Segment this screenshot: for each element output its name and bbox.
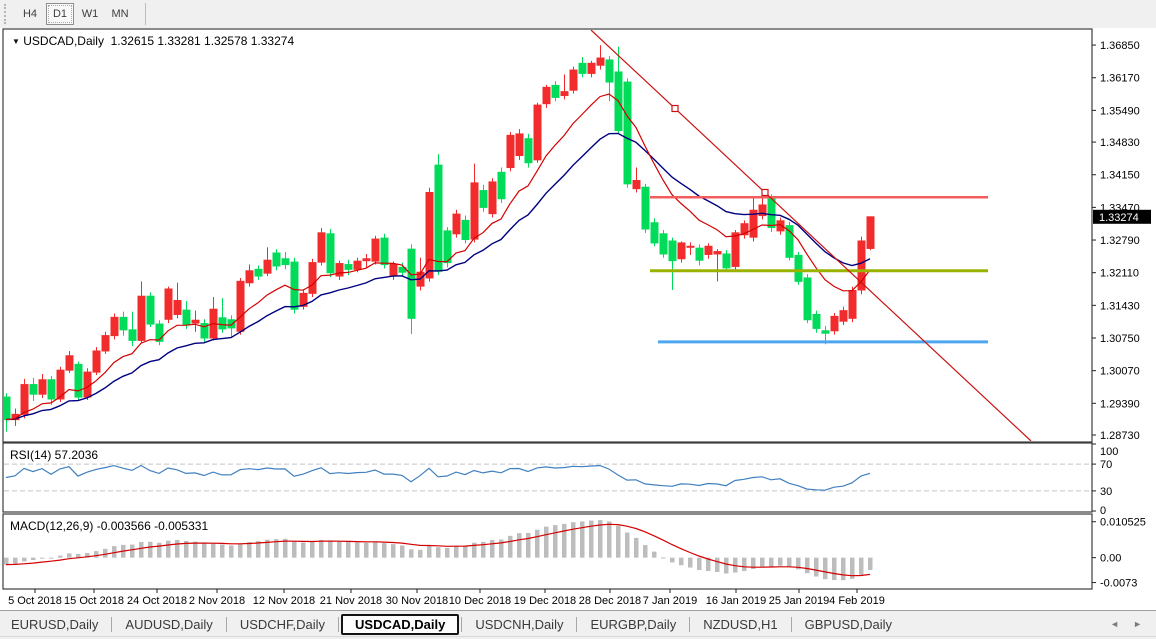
svg-text:1.32790: 1.32790 bbox=[1100, 235, 1140, 247]
svg-text:0.00: 0.00 bbox=[1100, 553, 1121, 565]
timeframe-button-h4[interactable]: H4 bbox=[16, 3, 44, 25]
svg-text:10 Dec 2018: 10 Dec 2018 bbox=[449, 595, 511, 607]
toolbar-grip-icon[interactable] bbox=[4, 4, 9, 24]
svg-text:21 Nov 2018: 21 Nov 2018 bbox=[320, 595, 382, 607]
svg-text:0: 0 bbox=[1100, 505, 1106, 517]
svg-text:4 Feb 2019: 4 Feb 2019 bbox=[829, 595, 885, 607]
tab-separator bbox=[461, 617, 462, 632]
svg-text:2 Nov 2018: 2 Nov 2018 bbox=[189, 595, 245, 607]
timeframe-button-mn[interactable]: MN bbox=[106, 3, 134, 25]
price-axis: 1.368501.361701.354901.348301.341501.334… bbox=[1092, 40, 1140, 442]
symbol-tab-bar: EURUSD,Daily AUDUSD,Daily USDCHF,Daily USDC… bbox=[0, 610, 1156, 637]
svg-text:100: 100 bbox=[1100, 446, 1118, 458]
date-axis: 5 Oct 201815 Oct 201824 Oct 20182 Nov 20… bbox=[8, 589, 885, 607]
svg-text:70: 70 bbox=[1100, 459, 1112, 471]
tab-usdchf-daily[interactable]: USDCHF,Daily bbox=[229, 615, 336, 634]
svg-text:1.34830: 1.34830 bbox=[1100, 137, 1140, 149]
svg-text:12 Nov 2018: 12 Nov 2018 bbox=[253, 595, 315, 607]
timeframe-button-d1[interactable]: D1 bbox=[46, 3, 74, 25]
tab-nzdusd-h1[interactable]: NZDUSD,H1 bbox=[692, 615, 788, 634]
svg-text:7 Jan 2019: 7 Jan 2019 bbox=[643, 595, 697, 607]
rsi-label: RSI(14) 57.2036 bbox=[10, 448, 98, 462]
tab-separator bbox=[111, 617, 112, 632]
tab-separator bbox=[226, 617, 227, 632]
trendline-handle[interactable] bbox=[672, 106, 678, 112]
tab-usdcnh-daily[interactable]: USDCNH,Daily bbox=[464, 615, 574, 634]
tab-scroll-right-icon[interactable]: ► bbox=[1133, 619, 1142, 629]
tab-scroll-left-icon[interactable]: ◄ bbox=[1110, 619, 1119, 629]
chart-symbol-label: ▼ USDCAD,Daily 1.32615 1.33281 1.32578 1… bbox=[12, 34, 294, 48]
svg-text:25 Jan 2019: 25 Jan 2019 bbox=[769, 595, 830, 607]
svg-text:19 Dec 2018: 19 Dec 2018 bbox=[514, 595, 576, 607]
svg-text:1.28730: 1.28730 bbox=[1100, 430, 1140, 442]
trendline-handle[interactable] bbox=[762, 190, 768, 196]
macd-axis: 0.010525 0.00 -0.0073 bbox=[1092, 517, 1146, 590]
svg-text:5 Oct 2018: 5 Oct 2018 bbox=[8, 595, 62, 607]
svg-text:1.30750: 1.30750 bbox=[1100, 333, 1140, 345]
svg-text:1.36170: 1.36170 bbox=[1100, 73, 1140, 85]
svg-text:1.31430: 1.31430 bbox=[1100, 300, 1140, 312]
svg-text:1.36850: 1.36850 bbox=[1100, 40, 1140, 52]
svg-text:1.29390: 1.29390 bbox=[1100, 398, 1140, 410]
macd-label: MACD(12,26,9) -0.003566 -0.005331 bbox=[10, 519, 208, 533]
svg-text:1.32110: 1.32110 bbox=[1100, 268, 1139, 280]
tab-usdcad-daily[interactable]: USDCAD,Daily bbox=[341, 614, 459, 635]
svg-text:30: 30 bbox=[1100, 486, 1112, 498]
svg-text:16 Jan 2019: 16 Jan 2019 bbox=[706, 595, 767, 607]
timeframe-button-w1[interactable]: W1 bbox=[76, 3, 104, 25]
svg-text:1.30070: 1.30070 bbox=[1100, 366, 1140, 378]
toolbar-separator bbox=[145, 3, 146, 25]
tab-scroll-controls: ◄ ► bbox=[1110, 619, 1142, 629]
tab-audusd-daily[interactable]: AUDUSD,Daily bbox=[114, 615, 223, 634]
symbol-ohlc-text: USDCAD,Daily 1.32615 1.33281 1.32578 1.3… bbox=[23, 34, 294, 48]
svg-text:15 Oct 2018: 15 Oct 2018 bbox=[64, 595, 124, 607]
svg-text:28 Dec 2018: 28 Dec 2018 bbox=[579, 595, 641, 607]
svg-text:-0.0073: -0.0073 bbox=[1100, 578, 1137, 590]
mt4-window: H4D1W1MN 1.36850 1.36170 1.35490 1.34830 1.3… bbox=[0, 0, 1156, 639]
svg-text:30 Nov 2018: 30 Nov 2018 bbox=[386, 595, 448, 607]
tab-separator bbox=[689, 617, 690, 632]
tab-separator bbox=[791, 617, 792, 632]
svg-text:24 Oct 2018: 24 Oct 2018 bbox=[127, 595, 187, 607]
svg-text:1.34150: 1.34150 bbox=[1100, 170, 1140, 182]
dropdown-arrow-icon: ▼ bbox=[12, 37, 20, 46]
tab-eurusd-daily[interactable]: EURUSD,Daily bbox=[0, 615, 109, 634]
svg-text:1.33274: 1.33274 bbox=[1099, 212, 1139, 224]
timeframe-toolbar: H4D1W1MN bbox=[0, 0, 1156, 29]
current-price-badge: 1.33274 bbox=[1093, 210, 1151, 224]
tab-separator bbox=[576, 617, 577, 632]
chart-window[interactable]: 1.368501.361701.354901.348301.341501.334… bbox=[0, 28, 1156, 610]
tab-separator bbox=[338, 617, 339, 632]
rsi-axis: 10070 30 0 bbox=[1092, 444, 1118, 517]
svg-text:1.35490: 1.35490 bbox=[1100, 105, 1140, 117]
tab-eurgbp-daily[interactable]: EURGBP,Daily bbox=[579, 615, 687, 634]
tab-gbpusd-daily[interactable]: GBPUSD,Daily bbox=[794, 615, 903, 634]
svg-text:0.010525: 0.010525 bbox=[1100, 517, 1146, 529]
rsi-panel[interactable] bbox=[3, 443, 1092, 512]
